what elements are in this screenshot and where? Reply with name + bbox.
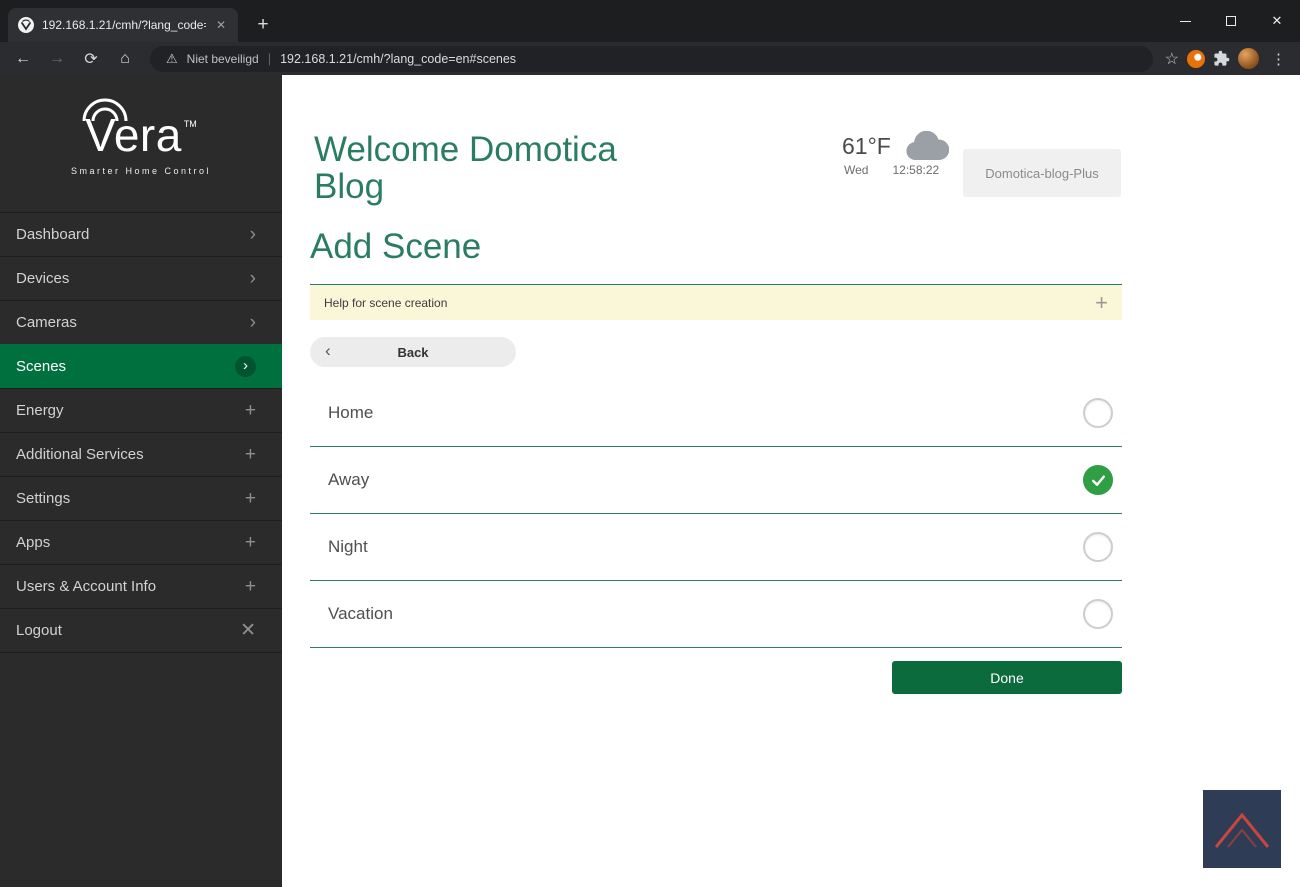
sidebar-item-label: Users & Account Info: [16, 578, 156, 595]
scene-row-home[interactable]: Home: [310, 380, 1122, 447]
vera-logo: VeraTM Smarter Home Control: [0, 75, 282, 212]
plus-icon: +: [245, 577, 256, 596]
chevron-right-icon: ›: [250, 313, 256, 332]
sidebar-item-devices[interactable]: Devices ›: [0, 256, 282, 300]
chevron-right-circle-icon: ›: [235, 356, 256, 377]
puzzle-icon: [1213, 50, 1230, 67]
sidebar-item-label: Dashboard: [16, 226, 89, 243]
weather-widget: 61°F Wed 12:58:22: [842, 131, 949, 177]
sidebar-item-label: Devices: [16, 270, 69, 287]
plus-icon: +: [245, 401, 256, 420]
forward-icon[interactable]: →: [44, 46, 70, 72]
bookmark-star-icon[interactable]: ☆: [1165, 49, 1179, 69]
scene-radio[interactable]: [1083, 532, 1113, 562]
done-button[interactable]: Done: [892, 661, 1122, 694]
sidebar-item-cameras[interactable]: Cameras ›: [0, 300, 282, 344]
extensions-puzzle-icon[interactable]: [1213, 50, 1230, 67]
sidebar-item-label: Cameras: [16, 314, 77, 331]
sidebar-item-label: Apps: [16, 534, 50, 551]
extension-orange-icon[interactable]: [1187, 50, 1205, 68]
browser-tab[interactable]: 192.168.1.21/cmh/?lang_code=e ✕: [8, 8, 238, 42]
scene-radio[interactable]: [1083, 398, 1113, 428]
trademark: TM: [184, 119, 197, 129]
tab-title: 192.168.1.21/cmh/?lang_code=e: [42, 18, 206, 32]
scroll-to-top-button[interactable]: [1203, 790, 1281, 868]
sidebar: VeraTM Smarter Home Control Dashboard › …: [0, 75, 282, 887]
not-secure-warning-icon[interactable]: ⚠: [166, 51, 178, 67]
scene-radio[interactable]: [1083, 465, 1113, 495]
browser-titlebar: 192.168.1.21/cmh/?lang_code=e ✕ + ✕: [0, 0, 1300, 42]
sidebar-item-users-account-info[interactable]: Users & Account Info +: [0, 564, 282, 608]
plus-icon: +: [245, 489, 256, 508]
address-separator: |: [268, 51, 271, 66]
minimize-icon: [1180, 21, 1191, 22]
maximize-button[interactable]: [1208, 0, 1254, 42]
brand-tagline: Smarter Home Control: [71, 166, 211, 176]
scene-name: Home: [328, 403, 373, 423]
help-text: Help for scene creation: [324, 296, 447, 310]
help-section: Help for scene creation +: [310, 284, 1122, 320]
browser-navbar: ← → ⟳ ⌂ ⚠ Niet beveiligd | 192.168.1.21/…: [0, 42, 1300, 75]
cloud-icon: [903, 131, 949, 161]
chevron-right-icon: ›: [250, 225, 256, 244]
new-tab-button[interactable]: +: [250, 12, 276, 38]
controller-selector[interactable]: Domotica-blog-Plus: [963, 149, 1121, 197]
plus-icon: +: [245, 533, 256, 552]
plus-icon: +: [245, 445, 256, 464]
main-content: Welcome Domotica Blog 61°F Wed 12:58:22 …: [282, 75, 1300, 887]
scene-radio[interactable]: [1083, 599, 1113, 629]
sidebar-item-energy[interactable]: Energy +: [0, 388, 282, 432]
sidebar-item-apps[interactable]: Apps +: [0, 520, 282, 564]
sidebar-item-settings[interactable]: Settings +: [0, 476, 282, 520]
back-button[interactable]: ‹ Back: [310, 337, 516, 367]
close-button[interactable]: ✕: [1254, 0, 1300, 42]
chevron-left-icon: ‹: [325, 342, 331, 359]
page-title: Add Scene: [310, 227, 481, 267]
scene-row-night[interactable]: Night: [310, 514, 1122, 581]
help-bar[interactable]: Help for scene creation +: [310, 285, 1122, 320]
sidebar-item-label: Scenes: [16, 358, 66, 375]
app-page: VeraTM Smarter Home Control Dashboard › …: [0, 75, 1300, 887]
scene-row-away[interactable]: Away: [310, 447, 1122, 514]
profile-avatar[interactable]: [1238, 48, 1259, 69]
sidebar-item-label: Settings: [16, 490, 70, 507]
minimize-button[interactable]: [1162, 0, 1208, 42]
browser-menu-icon[interactable]: ⋮: [1267, 50, 1290, 68]
close-icon: ✕: [240, 621, 256, 640]
maximize-icon: [1226, 16, 1236, 26]
sidebar-item-logout[interactable]: Logout ✕: [0, 608, 282, 652]
sidebar-item-dashboard[interactable]: Dashboard ›: [0, 212, 282, 256]
scene-mode-list: Home Away Night: [310, 380, 1122, 648]
reload-icon[interactable]: ⟳: [78, 46, 104, 72]
scene-row-vacation[interactable]: Vacation: [310, 581, 1122, 648]
address-bar[interactable]: ⚠ Niet beveiligd | 192.168.1.21/cmh/?lan…: [150, 46, 1153, 72]
back-icon[interactable]: ←: [10, 46, 36, 72]
weather-time: 12:58:22: [892, 163, 939, 177]
sidebar-item-label: Additional Services: [16, 446, 144, 463]
sidebar-menu: Dashboard › Devices › Cameras › Scenes ›…: [0, 212, 282, 653]
security-label: Niet beveiligd: [187, 52, 259, 66]
sidebar-item-label: Logout: [16, 622, 62, 639]
scene-name: Vacation: [328, 604, 393, 624]
check-icon: [1090, 472, 1107, 489]
back-label: Back: [397, 345, 428, 360]
welcome-title: Welcome Domotica Blog: [314, 131, 649, 205]
weather-temperature: 61°F: [842, 133, 891, 160]
sidebar-item-label: Energy: [16, 402, 64, 419]
chevron-right-icon: ›: [250, 269, 256, 288]
address-url: 192.168.1.21/cmh/?lang_code=en#scenes: [280, 52, 516, 66]
sidebar-item-additional-services[interactable]: Additional Services +: [0, 432, 282, 476]
tab-close-icon[interactable]: ✕: [214, 16, 228, 34]
weather-day: Wed: [844, 163, 868, 177]
wifi-arcs-icon: [79, 97, 131, 123]
scene-name: Away: [328, 470, 369, 490]
home-icon[interactable]: ⌂: [112, 46, 138, 72]
browser-window: 192.168.1.21/cmh/?lang_code=e ✕ + ✕ ← → …: [0, 0, 1300, 887]
expand-plus-icon[interactable]: +: [1095, 292, 1108, 314]
arrow-up-icon: [1203, 790, 1281, 868]
window-controls: ✕: [1162, 0, 1300, 42]
scene-name: Night: [328, 537, 368, 557]
vera-favicon-icon: [18, 17, 34, 33]
sidebar-item-scenes[interactable]: Scenes ›: [0, 344, 282, 388]
